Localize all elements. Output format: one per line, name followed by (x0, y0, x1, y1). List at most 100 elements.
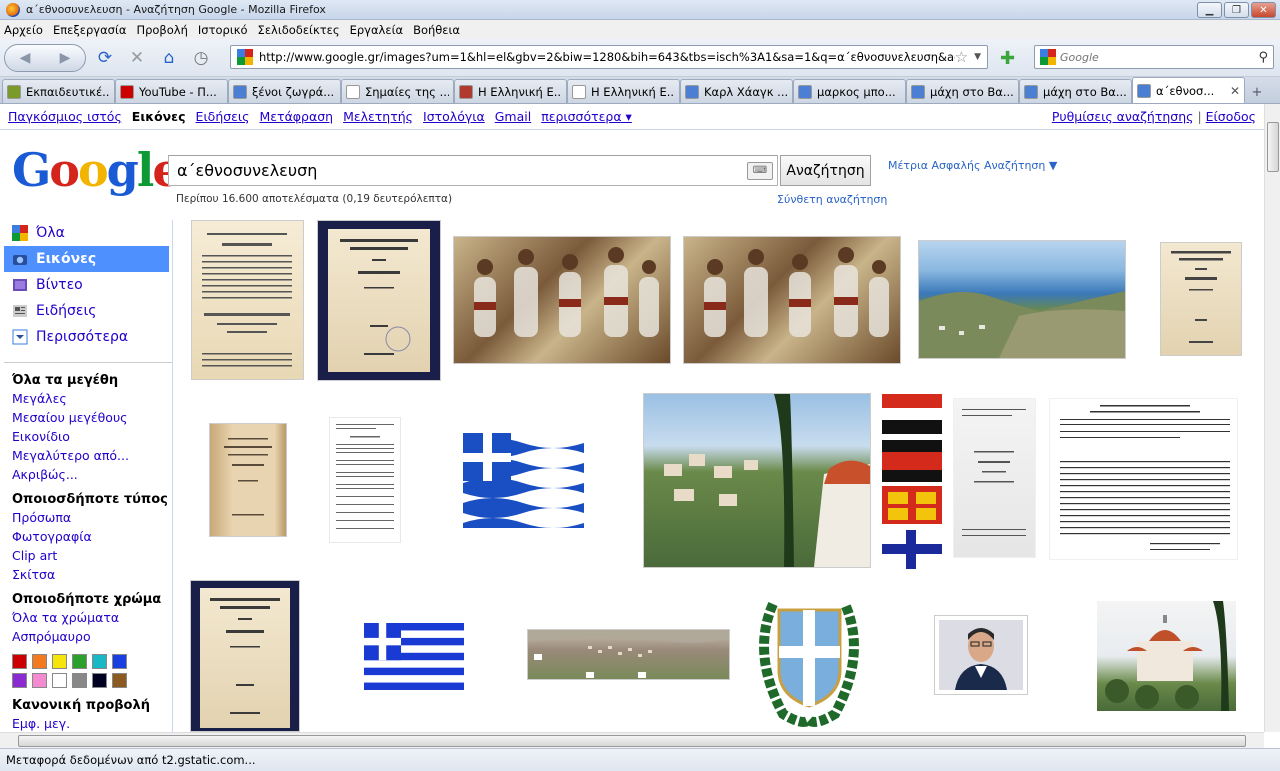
address-bar[interactable]: http://www.google.gr/images?um=1&hl=el&g… (230, 45, 988, 69)
image-result-greek-flag[interactable] (363, 622, 464, 690)
color-swatch-10[interactable] (92, 673, 107, 688)
type-clipart-link[interactable]: Clip art (0, 548, 172, 567)
browser-search-input[interactable] (1060, 50, 1259, 64)
tab-4[interactable]: Η Ελληνική Ε... (454, 79, 567, 103)
url-text[interactable]: http://www.google.gr/images?um=1&hl=el&g… (259, 50, 955, 64)
browser-search-bar[interactable]: ⚲ (1034, 45, 1274, 69)
image-result-portrait-man[interactable] (934, 615, 1028, 695)
nav-more[interactable]: Περισσότερα (0, 324, 172, 350)
color-swatch-0[interactable] (12, 654, 27, 669)
tab-8[interactable]: μάχη στο Βα... (906, 79, 1019, 103)
image-result-old-book-page[interactable] (209, 423, 287, 537)
home-icon[interactable]: ⌂ (156, 45, 182, 71)
tab-3[interactable]: Σημαίες της ... (341, 79, 454, 103)
image-result-painting-assembly-1[interactable] (453, 236, 671, 364)
search-input[interactable] (169, 156, 747, 185)
color-swatch-7[interactable] (32, 673, 47, 688)
image-result-constitution-cover[interactable] (317, 220, 441, 381)
color-bw-link[interactable]: Ασπρόμαυρο (0, 629, 172, 648)
color-swatch-8[interactable] (52, 673, 67, 688)
color-all-link[interactable]: Όλα τα χρώματα (0, 610, 172, 629)
image-result-constitution-page[interactable] (191, 220, 304, 380)
menu-file[interactable]: Αρχείο (4, 23, 43, 37)
gbar-link-more[interactable]: περισσότερα ▾ (541, 109, 632, 124)
image-result-document-handwritten[interactable] (953, 398, 1036, 558)
advanced-search-link[interactable]: Σύνθετη αναζήτηση (777, 193, 887, 206)
nav-all[interactable]: Όλα (0, 220, 172, 246)
tab-7[interactable]: μαρκος μπο... (793, 79, 906, 103)
virtual-keyboard-icon[interactable]: ⌨ (747, 161, 773, 180)
type-photo-link[interactable]: Φωτογραφία (0, 529, 172, 548)
sign-in-link[interactable]: Είσοδος (1206, 109, 1256, 124)
search-button[interactable]: Αναζήτηση (780, 155, 871, 186)
color-swatch-4[interactable] (92, 654, 107, 669)
color-swatch-2[interactable] (52, 654, 67, 669)
image-result-constitution-cover-small[interactable] (1160, 242, 1242, 356)
gbar-link-scholar[interactable]: Μελετητής (343, 109, 413, 124)
color-swatch-3[interactable] (72, 654, 87, 669)
color-swatch-1[interactable] (32, 654, 47, 669)
url-dropdown-icon[interactable]: ▼ (974, 52, 981, 62)
image-result-town-cypress-church[interactable] (643, 393, 871, 568)
maximize-button[interactable]: ❐ (1224, 2, 1249, 18)
color-swatch-9[interactable] (72, 673, 87, 688)
nav-news[interactable]: Ειδήσεις (0, 298, 172, 324)
size-medium-link[interactable]: Μεσαίου μεγέθους (0, 410, 172, 429)
search-settings-link[interactable]: Ρυθμίσεις αναζήτησης (1052, 109, 1194, 124)
size-exact-link[interactable]: Ακριβώς... (0, 467, 172, 486)
image-result-church-monastery[interactable] (1096, 600, 1237, 712)
image-result-aerial-town[interactable] (527, 629, 730, 680)
color-swatch-6[interactable] (12, 673, 27, 688)
tab-1[interactable]: YouTube - Π... (115, 79, 228, 103)
gbar-link-news[interactable]: Ειδήσεις (196, 109, 250, 124)
minimize-button[interactable]: ▁ (1197, 2, 1222, 18)
color-swatch-11[interactable] (112, 673, 127, 688)
query-box[interactable]: ⌨ (168, 155, 778, 186)
gbar-link-gmail[interactable]: Gmail (495, 109, 531, 124)
color-swatch-5[interactable] (112, 654, 127, 669)
new-tab-button[interactable]: + (1245, 81, 1269, 103)
gbar-link-blogs[interactable]: Ιστολόγια (423, 109, 485, 124)
menu-edit[interactable]: Επεξεργασία (53, 23, 126, 37)
search-engine-icon[interactable] (1040, 49, 1056, 65)
close-window-button[interactable]: ✕ (1251, 2, 1276, 18)
add-on-plus-icon[interactable]: ✚ (1000, 48, 1024, 69)
horizontal-scroll-thumb[interactable] (18, 735, 1246, 747)
horizontal-scrollbar[interactable] (0, 732, 1264, 748)
menu-bookmarks[interactable]: Σελιδοδείκτες (258, 23, 340, 37)
nav-video[interactable]: Βίντεο (0, 272, 172, 298)
search-icon[interactable]: ⚲ (1258, 50, 1268, 65)
menu-help[interactable]: Βοήθεια (413, 23, 460, 37)
tab-10[interactable]: α΄εθνοσ... ✕ (1132, 77, 1245, 103)
gbar-link-web[interactable]: Παγκόσμιος ιστός (8, 109, 122, 124)
safe-search-dropdown[interactable]: Μέτρια Ασφαλής Αναζήτηση ▼ (888, 159, 1057, 172)
tab-0[interactable]: Εκπαιδευτικέ... (2, 79, 115, 103)
tab-6[interactable]: Καρλ Χάαγκ ... (680, 79, 793, 103)
size-large-link[interactable]: Μεγάλες (0, 391, 172, 410)
image-result-constitution-cover-2[interactable] (190, 580, 300, 732)
menu-view[interactable]: Προβολή (136, 23, 187, 37)
history-clock-icon[interactable]: ◷ (188, 45, 214, 71)
reload-icon[interactable]: ⟳ (92, 45, 118, 71)
image-result-revolution-flags[interactable] (881, 393, 942, 569)
image-result-coastal-landscape[interactable] (918, 240, 1126, 359)
forward-arrow-icon[interactable]: ▶ (60, 50, 71, 66)
image-result-document-text[interactable] (329, 417, 401, 543)
back-arrow-icon[interactable]: ◀ (20, 50, 31, 66)
bookmark-star-icon[interactable]: ☆ (955, 48, 968, 66)
menu-tools[interactable]: Εργαλεία (350, 23, 403, 37)
size-larger-than-link[interactable]: Μεγαλύτερο από... (0, 448, 172, 467)
back-forward-buttons[interactable]: ◀ ▶ (4, 43, 86, 72)
image-result-greek-flag-waving[interactable] (462, 432, 584, 528)
menu-history[interactable]: Ιστορικό (198, 23, 248, 37)
vertical-scrollbar[interactable] (1264, 104, 1280, 732)
type-lineart-link[interactable]: Σκίτσα (0, 567, 172, 586)
google-logo[interactable]: Google (12, 143, 182, 197)
vertical-scroll-thumb[interactable] (1267, 122, 1279, 172)
gbar-link-translate[interactable]: Μετάφραση (260, 109, 334, 124)
stop-icon[interactable]: ✕ (124, 45, 150, 71)
tab-2[interactable]: ξένοι ζωγρά... (228, 79, 341, 103)
tab-9[interactable]: μάχη στο Βα... (1019, 79, 1132, 103)
close-tab-icon[interactable]: ✕ (1230, 84, 1240, 98)
type-faces-link[interactable]: Πρόσωπα (0, 510, 172, 529)
